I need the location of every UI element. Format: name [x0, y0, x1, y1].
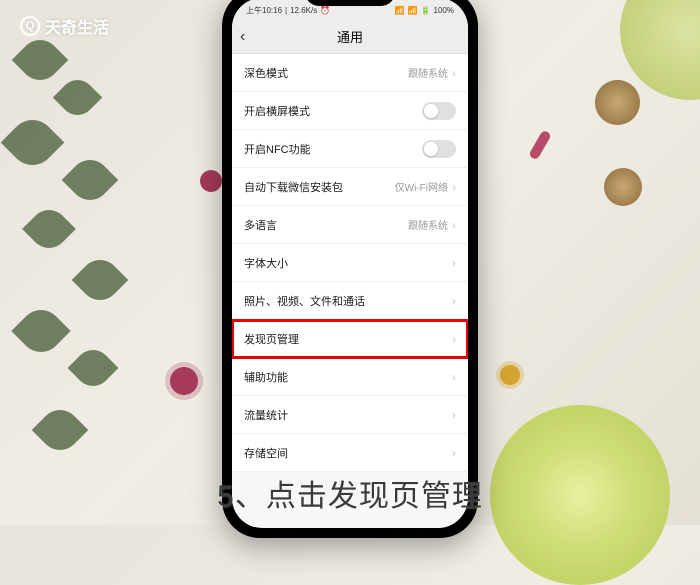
- row-value: ›: [452, 332, 456, 346]
- row-value: ›: [452, 370, 456, 384]
- wifi-icon: 📶: [408, 6, 418, 15]
- row-media[interactable]: 照片、视频、文件和通话 ›: [232, 282, 468, 320]
- row-label: 多语言: [244, 217, 277, 233]
- background-flower: [500, 365, 520, 385]
- background-plant: [0, 10, 180, 510]
- alarm-icon: ⏰: [320, 6, 330, 15]
- phone-frame: 上午10:16 | 12.6K/s ⏰ 📶 📶 🔋 100% ‹ 通用 深色模式…: [222, 0, 478, 538]
- row-dark-mode[interactable]: 深色模式 跟随系统›: [232, 54, 468, 92]
- chevron-right-icon: ›: [452, 408, 456, 422]
- row-value: ›: [452, 256, 456, 270]
- chevron-right-icon: ›: [452, 446, 456, 460]
- row-traffic[interactable]: 流量统计 ›: [232, 396, 468, 434]
- row-label: 开启横屏模式: [244, 103, 310, 119]
- watermark-text: 天奇生活: [45, 14, 109, 38]
- signal-icon: 📶: [395, 6, 405, 15]
- watermark: Q 天奇生活: [20, 14, 109, 38]
- background-wood: [604, 168, 642, 206]
- chevron-right-icon: ›: [452, 218, 456, 232]
- row-font-size[interactable]: 字体大小 ›: [232, 244, 468, 282]
- back-button[interactable]: ‹: [240, 28, 245, 46]
- row-label: 发现页管理: [244, 331, 299, 347]
- chevron-right-icon: ›: [452, 66, 456, 80]
- navbar: ‹ 通用: [232, 20, 468, 54]
- row-landscape-mode[interactable]: 开启横屏模式: [232, 92, 468, 130]
- background-flower: [170, 367, 198, 395]
- background-wood: [595, 80, 640, 125]
- row-value: ›: [452, 446, 456, 460]
- background-flower: [528, 130, 552, 161]
- row-label: 自动下载微信安装包: [244, 179, 343, 195]
- status-time: 上午10:16: [246, 5, 282, 16]
- row-auto-download[interactable]: 自动下载微信安装包 仅Wi-Fi网络›: [232, 168, 468, 206]
- row-label: 流量统计: [244, 407, 288, 423]
- row-label: 存储空间: [244, 445, 288, 461]
- chevron-right-icon: ›: [452, 332, 456, 346]
- battery-icon: 🔋: [421, 6, 431, 15]
- row-storage[interactable]: 存储空间 ›: [232, 434, 468, 472]
- toggle-switch[interactable]: [422, 102, 456, 120]
- row-language[interactable]: 多语言 跟随系统›: [232, 206, 468, 244]
- watermark-icon: Q: [20, 16, 40, 36]
- chevron-right-icon: ›: [452, 370, 456, 384]
- row-label: 字体大小: [244, 255, 288, 271]
- phone-notch: [305, 0, 395, 6]
- phone-screen: 上午10:16 | 12.6K/s ⏰ 📶 📶 🔋 100% ‹ 通用 深色模式…: [232, 0, 468, 528]
- chevron-right-icon: ›: [452, 294, 456, 308]
- chevron-right-icon: ›: [452, 180, 456, 194]
- status-speed: 12.6K/s: [290, 6, 317, 15]
- tutorial-caption: 5、点击发现页管理: [217, 471, 483, 515]
- background-flower: [200, 170, 222, 192]
- row-value: 跟随系统›: [408, 217, 456, 232]
- background-lime: [490, 405, 670, 585]
- row-value: ›: [452, 408, 456, 422]
- row-label: 深色模式: [244, 65, 288, 81]
- page-title: 通用: [337, 27, 363, 46]
- row-value: 仅Wi-Fi网络›: [395, 179, 456, 194]
- toggle-switch[interactable]: [422, 140, 456, 158]
- row-label: 开启NFC功能: [244, 141, 311, 157]
- row-accessibility[interactable]: 辅助功能 ›: [232, 358, 468, 396]
- row-label: 照片、视频、文件和通话: [244, 293, 365, 309]
- status-battery: 100%: [434, 6, 454, 15]
- row-value: 跟随系统›: [408, 65, 456, 80]
- row-discover-management[interactable]: 发现页管理 ›: [232, 320, 468, 358]
- row-value: ›: [452, 294, 456, 308]
- settings-list: 深色模式 跟随系统› 开启横屏模式 开启NFC功能 自动下载微信安装包 仅Wi-…: [232, 54, 468, 472]
- row-label: 辅助功能: [244, 369, 288, 385]
- row-nfc[interactable]: 开启NFC功能: [232, 130, 468, 168]
- chevron-right-icon: ›: [452, 256, 456, 270]
